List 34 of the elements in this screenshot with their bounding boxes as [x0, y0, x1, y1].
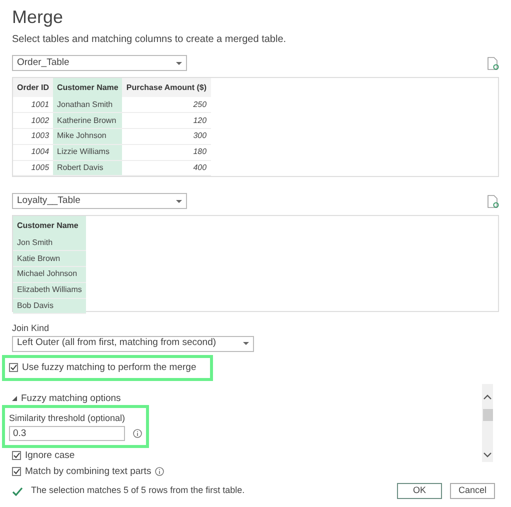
- option-label: Match by combining text parts: [25, 464, 152, 479]
- table-dropdown[interactable]: Order_Table: [12, 55, 187, 71]
- table-cell: Katherine Brown: [53, 112, 122, 129]
- join-kind-label: Join Kind: [12, 322, 50, 335]
- table-cell: 180: [122, 144, 211, 160]
- ok-button[interactable]: OK: [397, 483, 442, 499]
- table-cell: Katie Brown: [13, 250, 86, 267]
- table-cell: Jon Smith: [13, 235, 86, 251]
- table-cell: Mike Johnson: [53, 128, 122, 144]
- table-cell: 120: [122, 112, 211, 129]
- column-header[interactable]: Customer Name: [53, 78, 122, 97]
- column-header[interactable]: Purchase Amount ($): [122, 78, 211, 97]
- table-cell: 400: [122, 160, 211, 176]
- table-cell: 250: [122, 97, 211, 113]
- table-cell: 300: [122, 128, 211, 144]
- table-cell: Michael Johnson: [13, 266, 86, 282]
- fuzzy-matching-label: Use fuzzy matching to perform the merge: [22, 360, 196, 374]
- table-cell: Lizzie Williams: [53, 144, 122, 160]
- option-label: Ignore case: [25, 448, 75, 462]
- column-header[interactable]: Customer Name: [13, 216, 86, 235]
- table-cell: Robert Davis: [53, 160, 122, 176]
- status-text: The selection matches 5 of 5 rows from the first table.: [31, 484, 245, 498]
- instruction-text: Select tables and matching columns to create a merged table.: [12, 33, 288, 47]
- table-dropdown[interactable]: Loyalty__Table: [12, 193, 187, 209]
- threshold-input[interactable]: 0.3: [9, 426, 125, 440]
- cancel-button[interactable]: Cancel: [450, 483, 495, 499]
- column-header[interactable]: Order ID: [13, 78, 54, 97]
- table-cell: Elizabeth Williams: [13, 282, 86, 298]
- table-cell: Jonathan Smith: [53, 97, 122, 113]
- table-cell: Bob Davis: [13, 298, 86, 314]
- section-header: Fuzzy matching options: [21, 392, 121, 406]
- dialog-title: Merge: [12, 6, 64, 28]
- join-kind-dropdown[interactable]: Left Outer (all from first, matching from second): [12, 336, 254, 352]
- threshold-label: Similarity threshold (optional): [9, 412, 126, 425]
